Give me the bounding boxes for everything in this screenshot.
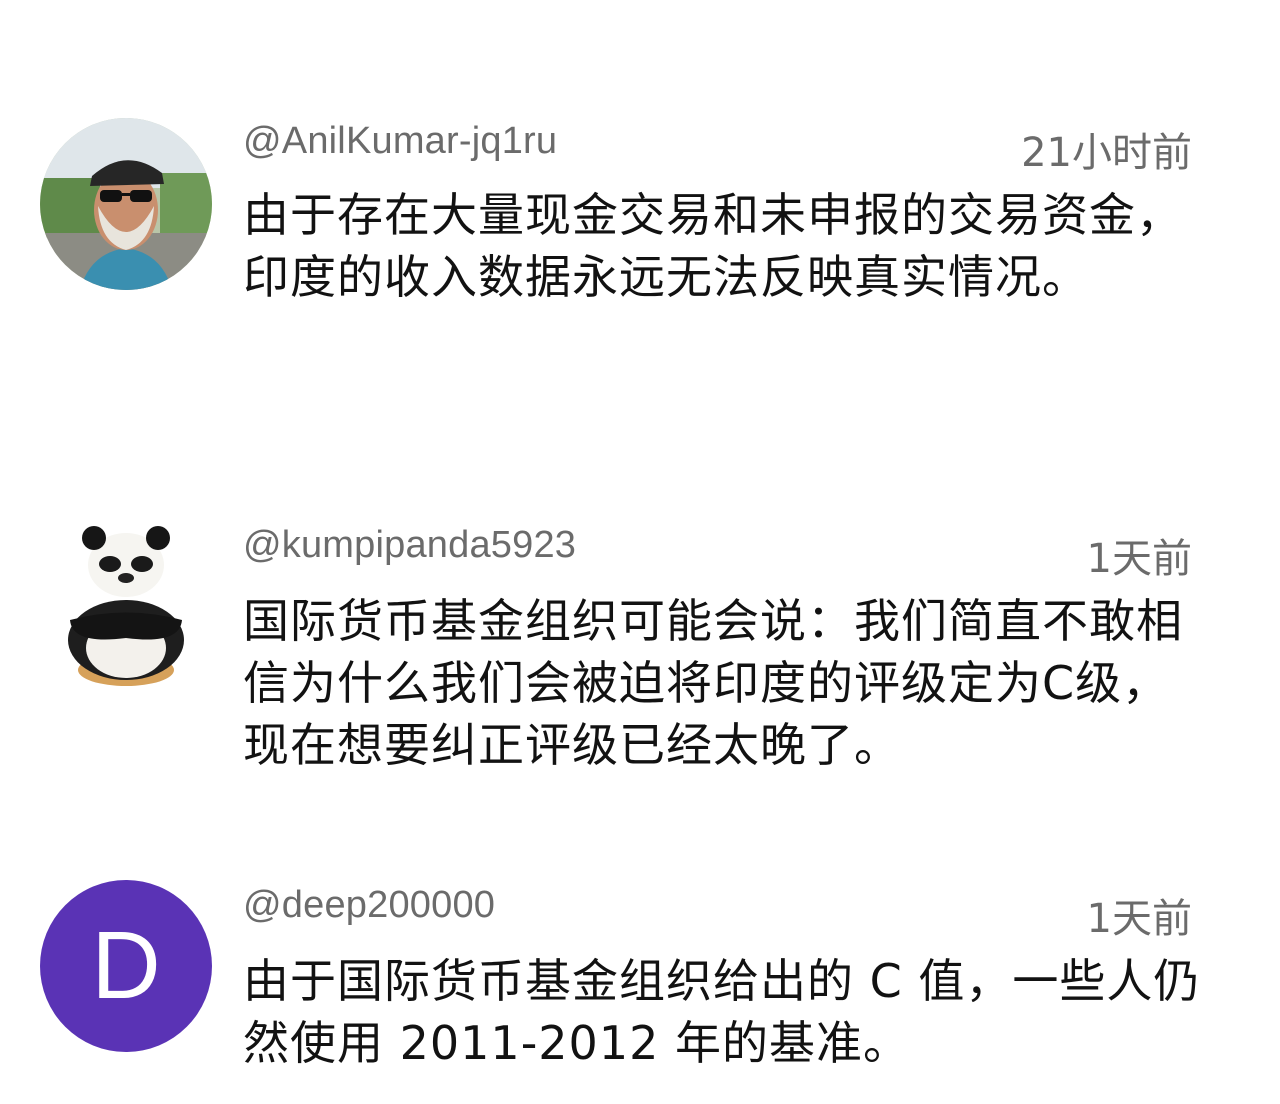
avatar[interactable]: D [40,880,212,1052]
comment-timestamp: 21小时前 [1021,130,1192,176]
comment-timestamp: 1天前 [1086,536,1192,582]
avatar[interactable] [40,520,212,692]
comment-text: 由于国际货币基金组织给出的 C 值，一些人仍然使用 2011-2012 年的基准… [243,954,1201,1070]
user-photo-icon [40,118,212,290]
comment-username[interactable]: @kumpipanda5923 [243,524,576,567]
panda-icon [40,520,212,692]
comment-text: 由于存在大量现金交易和未申报的交易资金，印度的收入数据永远无法反映真实情况。 [243,188,1183,304]
comment-username[interactable]: @deep200000 [243,884,495,927]
comment-timestamp: 1天前 [1086,896,1192,942]
comment-username[interactable]: @AnilKumar-jq1ru [243,120,557,163]
avatar[interactable] [40,118,212,290]
comment-text: 国际货币基金组织可能会说：我们简直不敢相信为什么我们会被迫将印度的评级定为C级，… [243,594,1183,772]
